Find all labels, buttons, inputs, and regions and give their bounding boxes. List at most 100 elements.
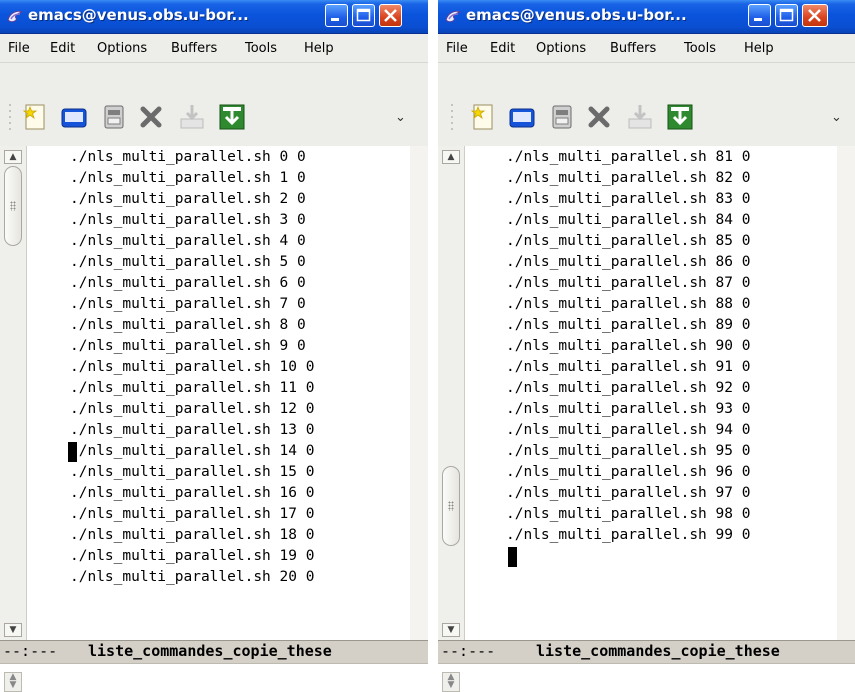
buffer-line-text: ./nls_multi_parallel.sh 97 0 [506,485,751,501]
minibuffer-scroll[interactable]: ▲ ▼ [442,672,460,692]
buffer-line-text: ./nls_multi_parallel.sh 86 0 [506,254,751,270]
text-cursor [68,442,77,462]
save-icon[interactable] [545,101,579,133]
title-bar[interactable]: emacs@venus.obs.u-bor... [438,0,855,34]
buffer-line-text: ./nls_multi_parallel.sh 1 0 [70,170,306,186]
window-gap [428,33,438,692]
menu-help[interactable]: Help [744,41,774,56]
menu-edit[interactable]: Edit [490,41,515,56]
minibuffer[interactable]: ▲ ▼ [438,663,855,692]
buffer-line-text: ./nls_multi_parallel.sh 10 0 [70,359,315,375]
close-x-icon[interactable] [134,101,168,133]
menu-options[interactable]: Options [536,41,586,56]
close-icon [808,9,821,22]
vertical-scrollbar[interactable]: ▲ ▼ [438,146,465,641]
emacs-window-left: emacs@venus.obs.u-bor... File Edit Optio… [0,0,428,692]
maximize-button[interactable] [352,4,375,27]
buffer-line-text: ./nls_multi_parallel.sh 92 0 [506,380,751,396]
buffer-line-text: ./nls_multi_parallel.sh 89 0 [506,317,751,333]
buffer-line-text: ./nls_multi_parallel.sh 19 0 [70,548,315,564]
menu-buffers[interactable]: Buffers [610,41,656,56]
buffer-line-text: ./nls_multi_parallel.sh 83 0 [506,191,751,207]
vertical-scrollbar[interactable]: ▲ ▼ [0,146,27,641]
buffer-line-text: ./nls_multi_parallel.sh 14 0 [70,443,315,459]
mode-line[interactable]: --:--- liste_commandes_copie_these [0,640,428,664]
minimize-button[interactable] [325,4,348,27]
buffer-line-text: ./nls_multi_parallel.sh 7 0 [70,296,306,312]
minibuffer-scroll[interactable]: ▲ ▼ [4,672,22,692]
buffer-text[interactable]: ./nls_multi_parallel.sh 81 0 ./nls_multi_… [464,146,837,641]
toolbar-grip-icon[interactable] [450,101,454,137]
open-folder-icon[interactable] [505,101,539,133]
scroll-thumb[interactable] [4,166,22,246]
menu-help[interactable]: Help [304,41,334,56]
scroll-up-button[interactable]: ▲ [442,150,460,164]
save-download-icon[interactable] [175,101,209,133]
open-folder-icon[interactable] [57,101,91,133]
buffer-line-text: ./nls_multi_parallel.sh 20 0 [70,569,315,585]
buffer-line-text: ./nls_multi_parallel.sh 99 0 [506,527,751,543]
buffer-line-text: ./nls_multi_parallel.sh 18 0 [70,527,315,543]
buffer-line-text: ./nls_multi_parallel.sh 88 0 [506,296,751,312]
buffer-line-text: ./nls_multi_parallel.sh 87 0 [506,275,751,291]
emacs-app-icon [7,10,24,23]
menu-file[interactable]: File [8,41,30,56]
emacs-window-right: emacs@venus.obs.u-bor... File Edit Optio… [438,0,855,692]
buffer-line-text: ./nls_multi_parallel.sh 13 0 [70,422,315,438]
buffer-line-text: ./nls_multi_parallel.sh 96 0 [506,464,751,480]
close-button[interactable] [379,4,402,27]
minimize-button[interactable] [748,4,771,27]
scroll-up-button[interactable]: ▲ [4,150,22,164]
buffer-line-text: ./nls_multi_parallel.sh 81 0 [506,149,751,165]
buffer-line-text: ./nls_multi_parallel.sh 91 0 [506,359,751,375]
scroll-down-button[interactable]: ▼ [442,623,460,637]
buffer-line-text: ./nls_multi_parallel.sh 0 0 [70,149,306,165]
buffer-line-text: ./nls_multi_parallel.sh 9 0 [70,338,306,354]
buffer-name: liste_commandes_copie_these [536,642,780,660]
buffer-line-text: ./nls_multi_parallel.sh 90 0 [506,338,751,354]
minibuffer[interactable]: ▲ ▼ [0,663,428,692]
title-bar[interactable]: emacs@venus.obs.u-bor... [0,0,428,34]
menu-tools[interactable]: Tools [684,41,716,56]
save-download-icon[interactable] [623,101,657,133]
menu-options[interactable]: Options [97,41,147,56]
toolbar-grip-icon[interactable] [8,101,12,137]
text-editor[interactable]: ▲ ▼ ./nls_multi_parallel.sh 0 0 ./nls_mul… [0,146,428,641]
text-editor[interactable]: ▲ ▼ ./nls_multi_parallel.sh 81 0 ./nls_mu… [438,146,855,641]
mode-line[interactable]: --:--- liste_commandes_copie_these [438,640,855,664]
buffer-text[interactable]: ./nls_multi_parallel.sh 0 0 ./nls_multi_p… [26,146,410,641]
buffer-line-text: ./nls_multi_parallel.sh 4 0 [70,233,306,249]
buffer-line-text: ./nls_multi_parallel.sh 12 0 [70,401,315,417]
right-fringe [410,146,428,641]
scroll-thumb[interactable] [442,466,460,546]
scroll-down-button[interactable]: ▼ [4,623,22,637]
new-file-icon[interactable] [18,101,52,133]
save-as-icon[interactable] [663,101,697,133]
menu-tools[interactable]: Tools [245,41,277,56]
maximize-button[interactable] [775,4,798,27]
maximize-icon [779,8,794,22]
menu-bar: File Edit Options Buffers Tools Help [0,34,428,62]
modeline-status: --:--- [441,642,496,660]
save-icon[interactable] [97,101,131,133]
buffer-line-text: ./nls_multi_parallel.sh 82 0 [506,170,751,186]
buffer-line-text: ./nls_multi_parallel.sh 94 0 [506,422,751,438]
buffer-line-text: ./nls_multi_parallel.sh 5 0 [70,254,306,270]
buffer-line-text: ./nls_multi_parallel.sh 85 0 [506,233,751,249]
window-title: emacs@venus.obs.u-bor... [28,6,249,24]
menu-file[interactable]: File [446,41,468,56]
close-icon [384,9,397,22]
maximize-icon [356,8,371,22]
window-title: emacs@venus.obs.u-bor... [466,6,687,24]
close-x-icon[interactable] [582,101,616,133]
chevron-down-icon[interactable]: ⌄ [831,110,842,125]
close-button[interactable] [802,4,828,27]
chevron-down-icon[interactable]: ⌄ [395,110,406,125]
emacs-app-icon [445,10,462,23]
save-as-icon[interactable] [215,101,249,133]
menu-edit[interactable]: Edit [50,41,75,56]
modeline-status: --:--- [3,642,58,660]
minimize-icon [754,18,762,21]
menu-buffers[interactable]: Buffers [171,41,217,56]
new-file-icon[interactable] [466,101,500,133]
